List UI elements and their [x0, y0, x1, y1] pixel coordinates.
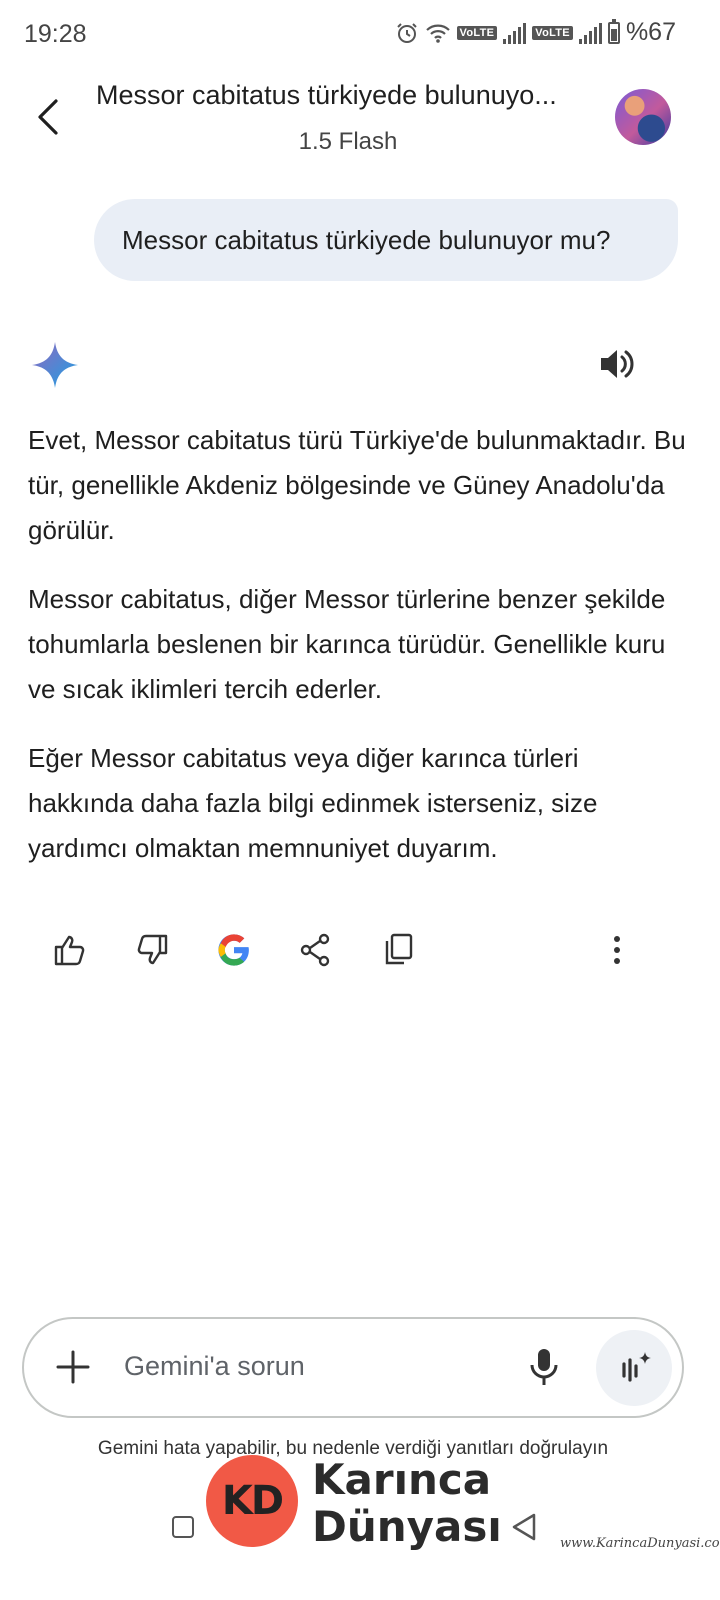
- response-paragraph: Evet, Messor cabitatus türü Türkiye'de b…: [28, 425, 686, 545]
- gemini-sparkle-icon: [30, 340, 80, 390]
- thumbs-down-button[interactable]: [134, 930, 170, 970]
- copy-icon: [385, 933, 413, 965]
- thumbs-up-icon: [54, 935, 85, 966]
- more-options-button[interactable]: [599, 930, 635, 970]
- response-text: Evet, Messor cabitatus türü Türkiye'de b…: [28, 418, 688, 895]
- watermark-url: www.KarincaDunyasi.com: [560, 1536, 720, 1551]
- triangle-back-icon: [512, 1513, 536, 1541]
- prompt-input[interactable]: Gemini'a sorun: [124, 1351, 305, 1382]
- share-icon: [300, 933, 330, 967]
- response-actions: [52, 930, 642, 970]
- watermark-title-line1: Karınca: [312, 1455, 492, 1504]
- thumbs-down-icon: [137, 934, 168, 965]
- volte-badge-1: VoLTE: [456, 25, 498, 40]
- watermark-title-line2: Dünyası: [312, 1502, 502, 1551]
- speaker-icon[interactable]: [598, 346, 636, 382]
- status-time: 19:28: [24, 20, 87, 48]
- avatar[interactable]: [615, 89, 671, 145]
- response-paragraph: Eğer Messor cabitatus veya diğer karınca…: [28, 743, 598, 863]
- battery-percent: %67: [625, 18, 676, 46]
- plus-icon: [56, 1350, 90, 1384]
- user-message-text: Messor cabitatus türkiyede bulunuyor mu?: [122, 224, 611, 255]
- prompt-input-container[interactable]: [22, 1317, 684, 1418]
- live-waveform-icon: [622, 1352, 651, 1382]
- response-paragraph: Messor cabitatus, diğer Messor türlerine…: [28, 584, 666, 704]
- watermark-logo: KD: [206, 1455, 298, 1547]
- watermark-logo-text: KD: [221, 1478, 284, 1524]
- microphone-icon: [530, 1349, 558, 1385]
- signal-icon-2: [578, 22, 602, 44]
- google-search-button[interactable]: [216, 930, 252, 970]
- signal-icon: [503, 22, 527, 44]
- recent-apps-button[interactable]: [172, 1516, 194, 1538]
- share-button[interactable]: [298, 930, 334, 970]
- google-g-icon: [218, 934, 249, 966]
- back-arrow-icon: [38, 99, 58, 135]
- more-vert-icon: [614, 936, 620, 964]
- alarm-icon: [396, 22, 417, 43]
- microphone-button[interactable]: [528, 1347, 560, 1387]
- copy-button[interactable]: [380, 930, 416, 970]
- gemini-live-button[interactable]: [596, 1330, 672, 1406]
- back-button[interactable]: [30, 95, 70, 139]
- user-message-bubble: Messor cabitatus türkiyede bulunuyor mu?: [94, 199, 678, 281]
- wifi-icon: [425, 24, 450, 43]
- chat-title[interactable]: Messor cabitatus türkiyede bulunuyo...: [96, 80, 596, 111]
- status-icons: VoLTE VoLTE %67: [395, 18, 676, 47]
- battery-icon: [607, 18, 620, 44]
- system-back-button[interactable]: [510, 1512, 538, 1542]
- model-name: 1.5 Flash: [298, 128, 398, 155]
- volte-badge-2: VoLTE: [532, 25, 573, 40]
- thumbs-up-button[interactable]: [52, 930, 88, 970]
- add-attachment-button[interactable]: [54, 1348, 92, 1386]
